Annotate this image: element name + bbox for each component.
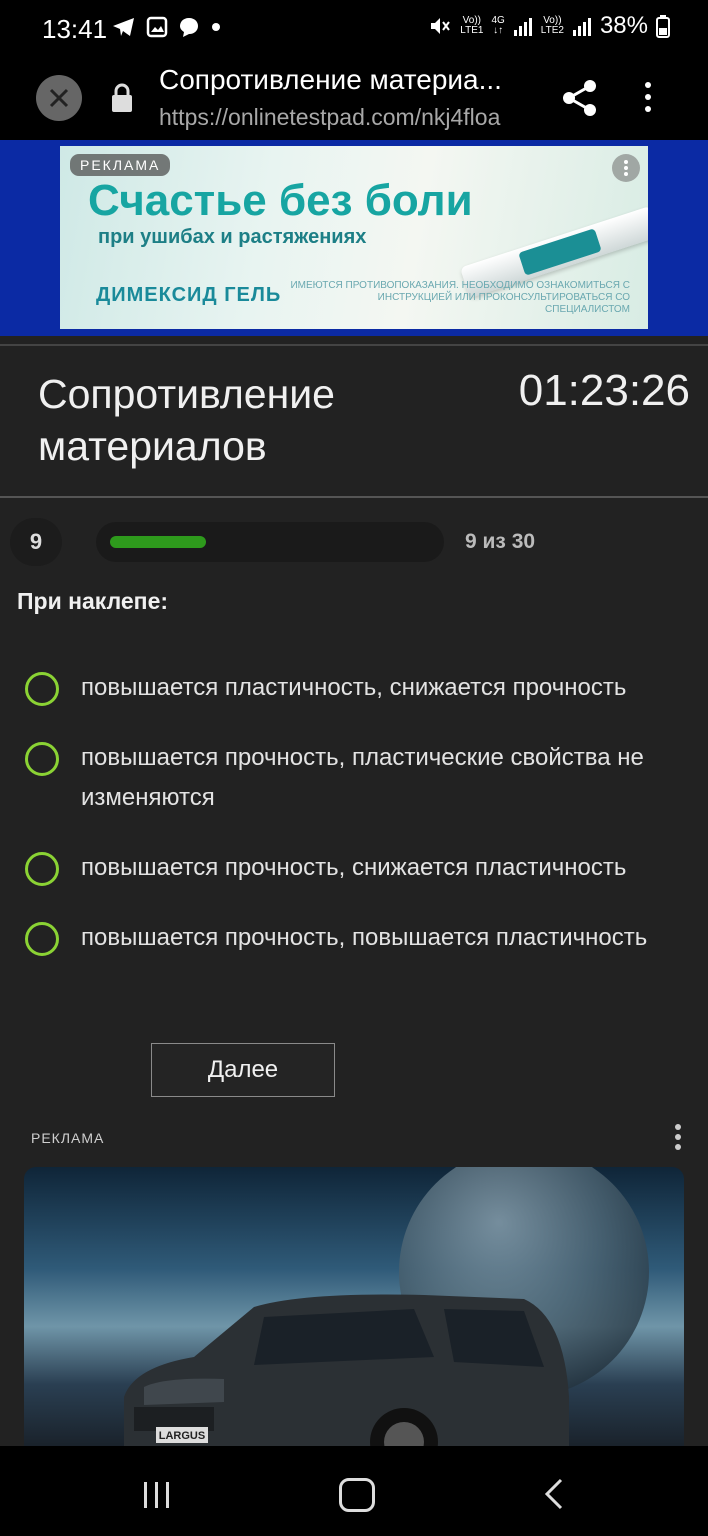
gallery-icon — [146, 16, 168, 38]
ad-car-image[interactable]: LARGUS — [24, 1167, 684, 1457]
recent-apps-icon[interactable] — [140, 1480, 174, 1510]
answer-text: повышается прочность, пластические свойс… — [81, 744, 644, 811]
page-url[interactable]: https://onlinetestpad.com/nkj4floa — [159, 104, 500, 131]
data-arrows: ↓↑ — [493, 25, 504, 36]
answer-text: повышается прочность, повышается пластич… — [81, 924, 648, 951]
battery-icon — [656, 15, 670, 38]
answer-text: повышается прочность, снижается пластичн… — [81, 854, 627, 881]
page-title[interactable]: Сопротивление материа... — [159, 64, 539, 96]
status-time: 13:41 — [42, 14, 108, 44]
ad-label: РЕКЛАМА — [31, 1130, 105, 1146]
answer-text: повышается пластичность, снижается прочн… — [81, 674, 627, 701]
radio-button[interactable] — [25, 852, 59, 886]
sim2-bottom: LTE2 — [540, 25, 564, 36]
ad-badge: РЕКЛАМА — [70, 154, 171, 176]
more-vert-icon[interactable] — [638, 80, 658, 116]
close-icon — [49, 88, 69, 108]
radio-button[interactable] — [25, 922, 59, 956]
car-graphic: LARGUS — [124, 1294, 569, 1457]
ad-brand: ДИМЕКСИД ГЕЛЬ — [96, 284, 282, 306]
top-ad-container: РЕКЛАМА Счастье без боли при ушибах и ра… — [0, 140, 708, 336]
answer-option[interactable]: повышается прочность, повышается пластич… — [0, 918, 708, 958]
radio-button[interactable] — [25, 742, 59, 776]
ad-disclaimer: ИМЕЮТСЯ ПРОТИВОПОКАЗАНИЯ. НЕОБХОДИМО ОЗН… — [290, 280, 630, 315]
sim1-indicator: Vo)) LTE1 — [460, 16, 483, 36]
more-vert-icon[interactable] — [668, 1122, 688, 1154]
test-title: Сопротивление материалов — [38, 371, 335, 469]
timer: 01:23:26 — [518, 366, 690, 415]
back-icon[interactable] — [543, 1478, 567, 1510]
progress-bar — [96, 522, 444, 562]
more-vert-icon — [624, 160, 628, 176]
signal-icon — [572, 18, 591, 36]
close-tab-button[interactable] — [36, 75, 82, 121]
sim1-bottom: LTE1 — [460, 25, 484, 36]
ad-headline: Счастье без боли — [88, 176, 473, 225]
status-bar: 13:41 Vo)) LTE1 4G ↓↑ Vo)) LTE2 38% — [0, 0, 708, 58]
test-header: Сопротивление материалов 01:23:26 — [0, 344, 708, 498]
status-right: Vo)) LTE1 4G ↓↑ Vo)) LTE2 38% — [428, 12, 670, 40]
signal-icon — [513, 18, 532, 36]
battery-percent: 38% — [599, 12, 648, 39]
dot-icon — [212, 23, 220, 31]
sim2-indicator: Vo)) LTE2 — [541, 16, 564, 36]
chat-icon — [180, 18, 198, 37]
radio-button[interactable] — [25, 672, 59, 706]
answer-option[interactable]: повышается прочность, пластические свойс… — [0, 738, 708, 818]
network-indicator: 4G ↓↑ — [491, 16, 504, 36]
question-number: 9 — [10, 518, 62, 566]
answer-list: повышается пластичность, снижается прочн… — [0, 660, 708, 958]
car-badge: LARGUS — [159, 1430, 205, 1442]
browser-toolbar: Сопротивление материа... https://onlinet… — [0, 58, 708, 140]
system-nav-bar — [0, 1446, 708, 1536]
progress-label: 9 из 30 — [465, 530, 536, 553]
progress-fill — [110, 536, 206, 548]
mute-icon — [431, 18, 451, 34]
notification-icons — [112, 16, 222, 38]
answer-option[interactable]: повышается пластичность, снижается прочн… — [0, 668, 708, 708]
lock-icon[interactable] — [110, 82, 134, 114]
ad-options-button[interactable] — [612, 154, 640, 182]
share-icon[interactable] — [560, 78, 600, 118]
home-icon[interactable] — [339, 1478, 375, 1512]
top-ad-banner[interactable]: РЕКЛАМА Счастье без боли при ушибах и ра… — [60, 146, 648, 329]
question-text: При наклепе: — [17, 588, 169, 614]
ad-subline: при ушибах и растяжениях — [98, 226, 367, 248]
telegram-icon — [113, 18, 134, 36]
answer-option[interactable]: повышается прочность, снижается пластичн… — [0, 848, 708, 888]
next-button[interactable]: Далее — [151, 1043, 335, 1097]
